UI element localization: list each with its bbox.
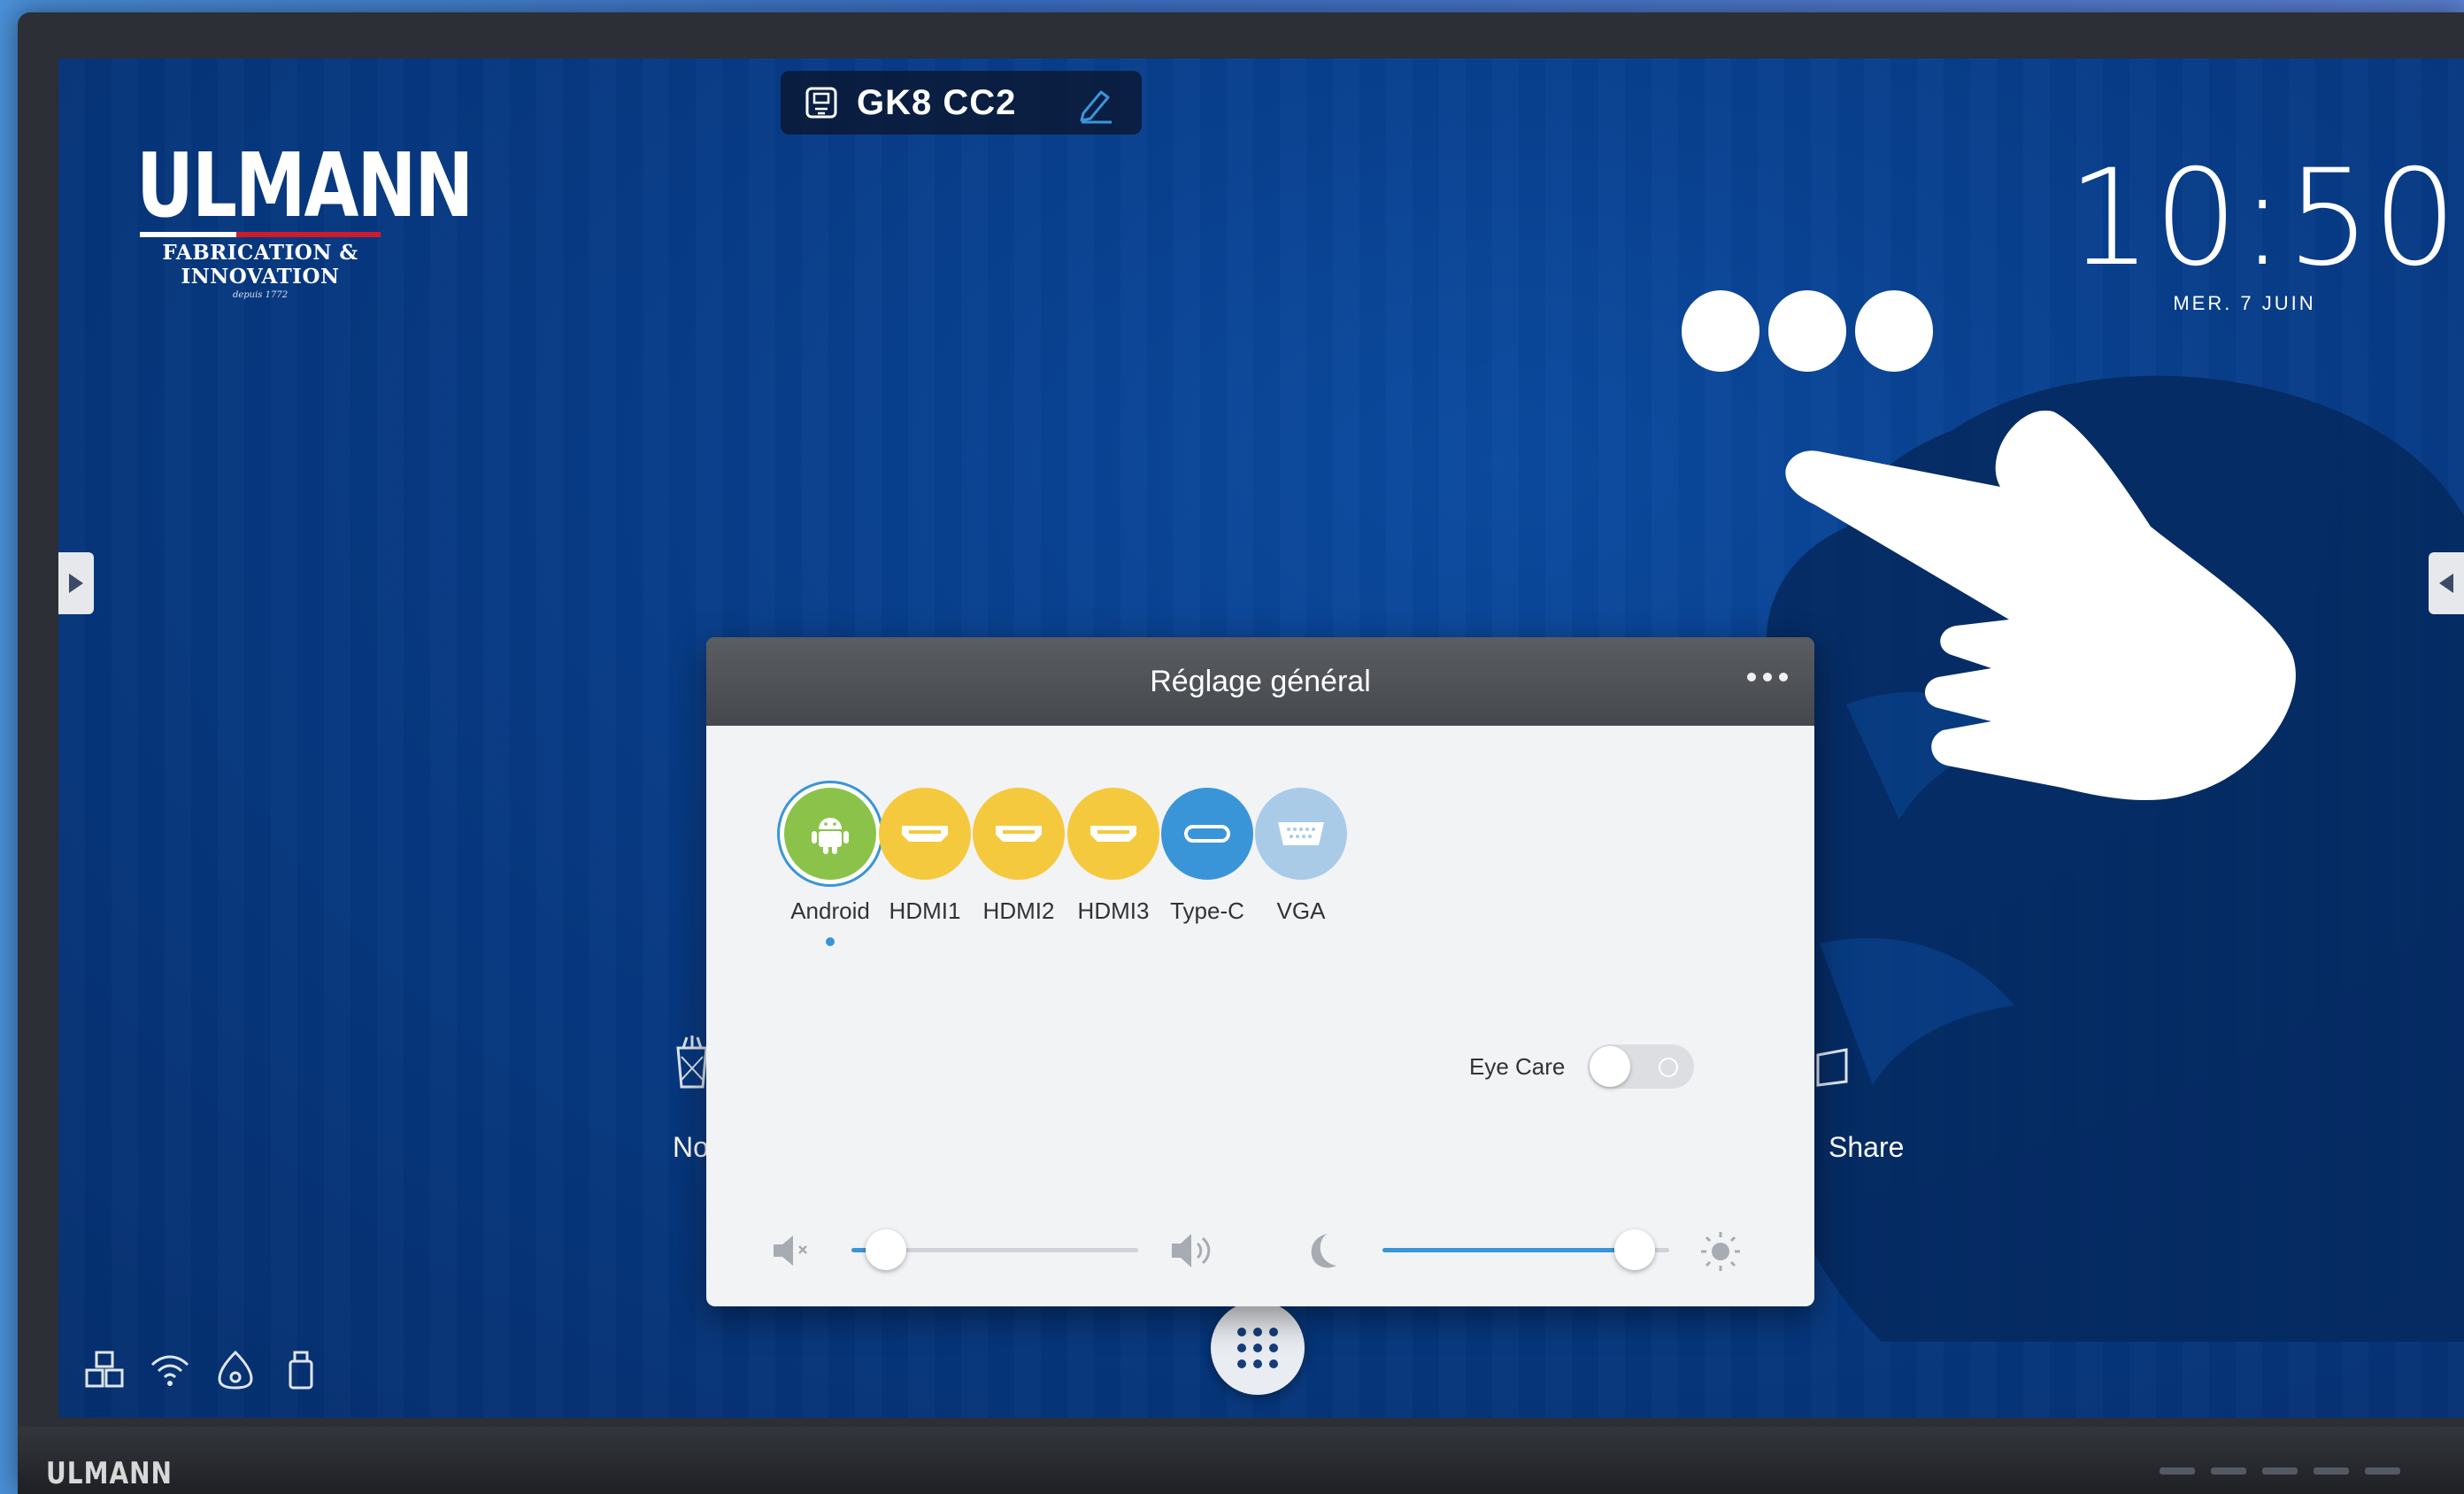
volume-up-icon[interactable] (1168, 1228, 1216, 1273)
right-sidebar-toggle[interactable] (2429, 552, 2464, 614)
apps-grid-icon (1237, 1328, 1278, 1368)
night-mode-icon[interactable] (1301, 1228, 1345, 1273)
toggle-knob (1590, 1046, 1631, 1087)
volume-slider[interactable] (851, 1228, 1138, 1273)
toggle-off-ring (1659, 1058, 1679, 1077)
share-app-label[interactable]: Share (1829, 1131, 1904, 1164)
network-icon[interactable] (83, 1349, 126, 1391)
brightness-icon[interactable] (1698, 1228, 1744, 1275)
notes-app-label[interactable]: No (673, 1131, 709, 1164)
vga-port-icon (1255, 788, 1347, 880)
bezel-logo: ULMANN (46, 1455, 173, 1491)
device-name-pill[interactable]: GK8 CC2 (781, 71, 1142, 135)
brand-logo: ULMANN FABRICATION & INNOVATION depuis 1… (136, 134, 474, 300)
brand-subtitle: FABRICATION & INNOVATION (162, 241, 358, 289)
edit-icon[interactable] (1076, 85, 1115, 124)
share-app-icon[interactable] (1814, 1046, 1850, 1093)
apps-button[interactable] (1211, 1301, 1305, 1395)
panel-title: Réglage général (1150, 664, 1371, 698)
eye-care-toggle[interactable] (1588, 1044, 1695, 1089)
status-bar (83, 1349, 322, 1391)
pointing-hand-icon (1785, 410, 2296, 801)
brand-name: ULMANN (136, 134, 474, 237)
usb-drive-icon[interactable] (280, 1349, 322, 1391)
volume-thumb[interactable] (865, 1229, 906, 1270)
panel-header: Réglage général (706, 637, 1814, 726)
brand-since: depuis 1772 (232, 290, 289, 300)
arrow-left-icon (2439, 574, 2453, 593)
eye-care-row: Eye Care (1469, 1044, 1695, 1089)
brightness-fill (1382, 1248, 1636, 1252)
mute-icon[interactable] (770, 1230, 814, 1271)
brightness-thumb[interactable] (1614, 1229, 1656, 1270)
wifi-icon[interactable] (149, 1349, 191, 1391)
bezel-bottom (18, 1427, 2464, 1494)
device-name: GK8 CC2 (857, 82, 1017, 122)
arrow-right-icon (69, 574, 83, 593)
bezel-controls (2160, 1467, 2416, 1480)
general-settings-panel: Réglage général Android HDMI1 HDMI2 HDMI3 Ty… (706, 637, 1814, 1306)
notes-app-icon[interactable] (674, 1036, 710, 1093)
active-source-indicator (826, 937, 835, 946)
gesture-dots-icon (1682, 290, 1933, 372)
clock-time: 10:50 (2067, 142, 2460, 296)
source-vga[interactable]: VGA (1235, 788, 1367, 925)
source-label: VGA (1276, 897, 1326, 924)
left-sidebar-toggle[interactable] (58, 552, 94, 614)
hotspot-icon[interactable] (214, 1349, 257, 1391)
brightness-slider[interactable] (1382, 1228, 1669, 1273)
cast-icon (805, 87, 837, 119)
eye-care-label: Eye Care (1469, 1052, 1566, 1080)
clock-widget: 10:50 MER. 7 JUIN (2067, 142, 2460, 315)
